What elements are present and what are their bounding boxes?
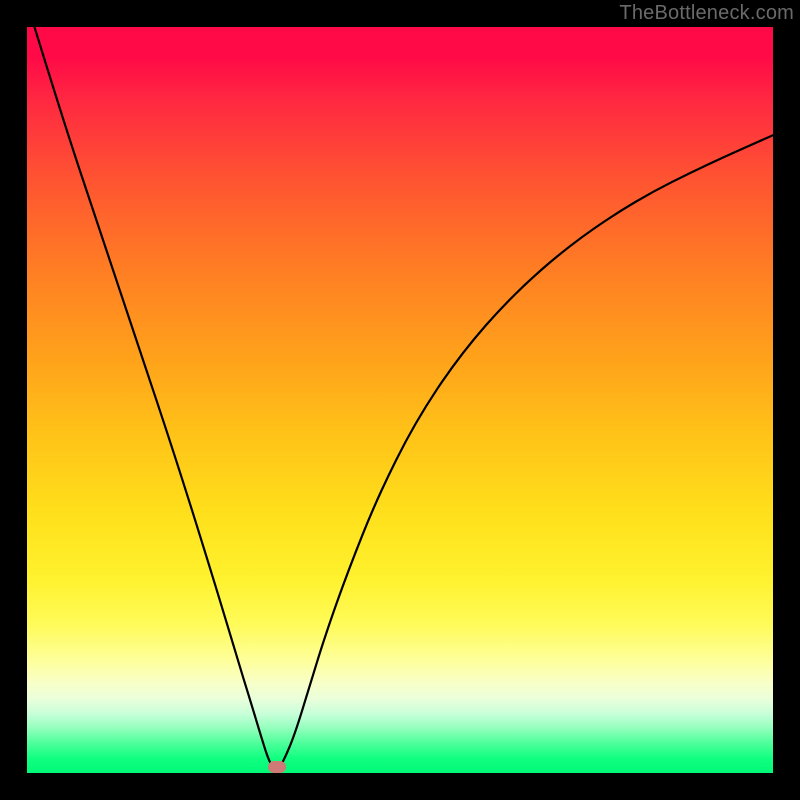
watermark-text: TheBottleneck.com [619,2,794,25]
plot-area [27,27,773,773]
optimum-marker [268,761,286,773]
bottleneck-curve [27,27,773,773]
chart-frame: TheBottleneck.com [0,0,800,800]
curve-path [35,27,774,773]
